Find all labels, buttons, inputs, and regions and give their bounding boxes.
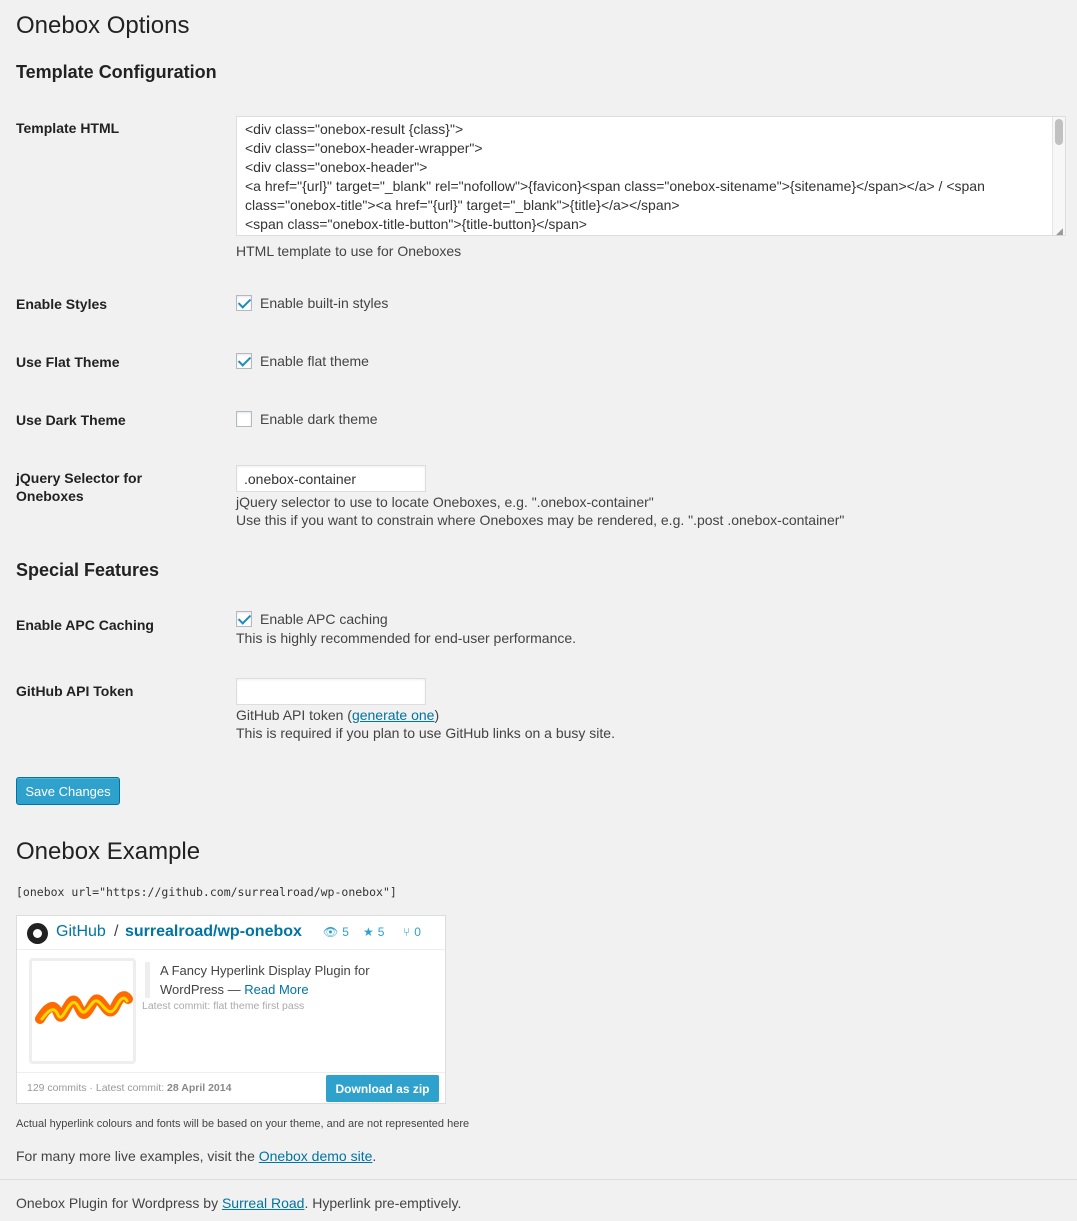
footer-divider — [0, 1179, 1077, 1180]
forks-count: 0 — [414, 925, 421, 939]
commit-date: 28 April 2014 — [167, 1082, 232, 1094]
plugin-footer: Onebox Plugin for Wordpress by Surreal R… — [16, 1195, 461, 1211]
onebox-footer-text: 129 commits · Latest commit: 28 April 20… — [27, 1082, 231, 1094]
commit-count-text: 129 commits · Latest commit: — [27, 1082, 168, 1094]
onebox-thumbnail[interactable] — [29, 958, 136, 1064]
onebox-separator: / — [114, 923, 119, 940]
description-quote-bar — [145, 962, 150, 998]
enable-styles-row[interactable]: Enable built-in styles — [236, 295, 388, 311]
dark-theme-row[interactable]: Enable dark theme — [236, 411, 378, 427]
flat-theme-row[interactable]: Enable flat theme — [236, 353, 369, 369]
onebox-site-link[interactable]: GitHub — [56, 923, 106, 941]
flat-theme-checkbox-label[interactable]: Enable flat theme — [260, 353, 369, 369]
demo-site-line: For many more live examples, visit the O… — [16, 1148, 376, 1164]
onebox-repo-link[interactable]: surrealroad/wp-onebox — [125, 923, 302, 941]
github-token-label: GitHub API Token — [16, 683, 134, 699]
apc-row[interactable]: Enable APC caching — [236, 611, 388, 627]
fork-icon: ⑂ — [403, 925, 411, 939]
onebox-example-heading: Onebox Example — [16, 838, 201, 865]
selector-input[interactable] — [236, 465, 426, 492]
page-title: Onebox Options — [16, 12, 190, 39]
watchers-stat[interactable]: 👁 5 — [323, 925, 349, 939]
apc-help: This is highly recommended for end-user … — [236, 630, 577, 646]
apc-checkbox[interactable] — [236, 611, 252, 627]
stars-stat[interactable]: ★ 5 — [363, 925, 384, 939]
scrollbar-thumb[interactable] — [1055, 119, 1063, 145]
forks-stat[interactable]: ⑂ 0 — [403, 925, 421, 939]
flat-theme-checkbox[interactable] — [236, 353, 252, 369]
demo-site-link[interactable]: Onebox demo site — [259, 1148, 373, 1164]
footer-suffix: . Hyperlink pre-emptively. — [304, 1195, 462, 1211]
onebox-card: GitHub / surrealroad/wp-onebox 👁 5 ★ 5 ⑂ 0 … — [16, 915, 446, 1104]
footer-prefix: Onebox Plugin for Wordpress by — [16, 1195, 222, 1211]
textarea-scrollbar[interactable] — [1052, 117, 1065, 235]
selector-help-1: jQuery selector to use to locate Oneboxe… — [236, 494, 654, 510]
onebox-description: A Fancy Hyperlink Display Plugin for Wor… — [160, 961, 430, 999]
selector-label: jQuery Selector for Oneboxes — [16, 470, 143, 504]
github-token-help-2: This is required if you plan to use GitH… — [236, 725, 615, 741]
watchers-count: 5 — [342, 925, 349, 939]
onebox-latest-commit: Latest commit: flat theme first pass — [142, 1000, 305, 1012]
onebox-card-header: GitHub / surrealroad/wp-onebox 👁 5 ★ 5 ⑂ 0 — [17, 916, 445, 950]
flat-theme-label: Use Flat Theme — [16, 354, 120, 370]
eye-icon: 👁 — [323, 925, 339, 939]
save-changes-button[interactable]: Save Changes — [16, 777, 120, 805]
dark-theme-checkbox-label[interactable]: Enable dark theme — [260, 411, 378, 427]
apc-label: Enable APC Caching — [16, 617, 154, 633]
resize-grip-icon[interactable]: ◢ — [1056, 226, 1063, 237]
enable-styles-checkbox[interactable] — [236, 295, 252, 311]
demo-prefix: For many more live examples, visit the — [16, 1148, 259, 1164]
template-html-label: Template HTML — [16, 120, 120, 136]
selector-help-2: Use this if you want to constrain where … — [236, 512, 845, 528]
enable-styles-checkbox-label[interactable]: Enable built-in styles — [260, 295, 388, 311]
template-html-textarea[interactable]: <div class="onebox-result {class}"> <div… — [236, 116, 1066, 236]
demo-suffix: . — [372, 1148, 377, 1164]
dark-theme-label: Use Dark Theme — [16, 412, 126, 428]
github-icon[interactable] — [27, 923, 48, 944]
read-more-link[interactable]: Read More — [244, 982, 308, 997]
star-icon: ★ — [363, 925, 374, 939]
dark-theme-checkbox[interactable] — [236, 411, 252, 427]
download-zip-button[interactable]: Download as zip — [326, 1075, 439, 1102]
example-note: Actual hyperlink colours and fonts will … — [16, 1118, 470, 1130]
github-token-input[interactable] — [236, 678, 426, 705]
apc-checkbox-label[interactable]: Enable APC caching — [260, 611, 388, 627]
template-html-description: HTML template to use for Oneboxes — [236, 243, 462, 259]
special-features-heading: Special Features — [16, 560, 160, 580]
onebox-card-footer: 129 commits · Latest commit: 28 April 20… — [17, 1072, 445, 1103]
github-token-help-prefix: GitHub API token ( — [236, 707, 352, 723]
github-token-help-suffix: ) — [434, 707, 440, 723]
generate-token-link[interactable]: generate one — [352, 707, 435, 723]
github-token-help: GitHub API token (generate one) — [236, 706, 439, 724]
template-configuration-heading: Template Configuration — [16, 62, 217, 82]
shortcode-example: [onebox url="https://github.com/surrealr… — [16, 885, 397, 899]
enable-styles-label: Enable Styles — [16, 296, 108, 312]
surreal-road-link[interactable]: Surreal Road — [222, 1195, 305, 1211]
stars-count: 5 — [377, 925, 385, 939]
onebox-logo-image — [35, 991, 133, 1024]
